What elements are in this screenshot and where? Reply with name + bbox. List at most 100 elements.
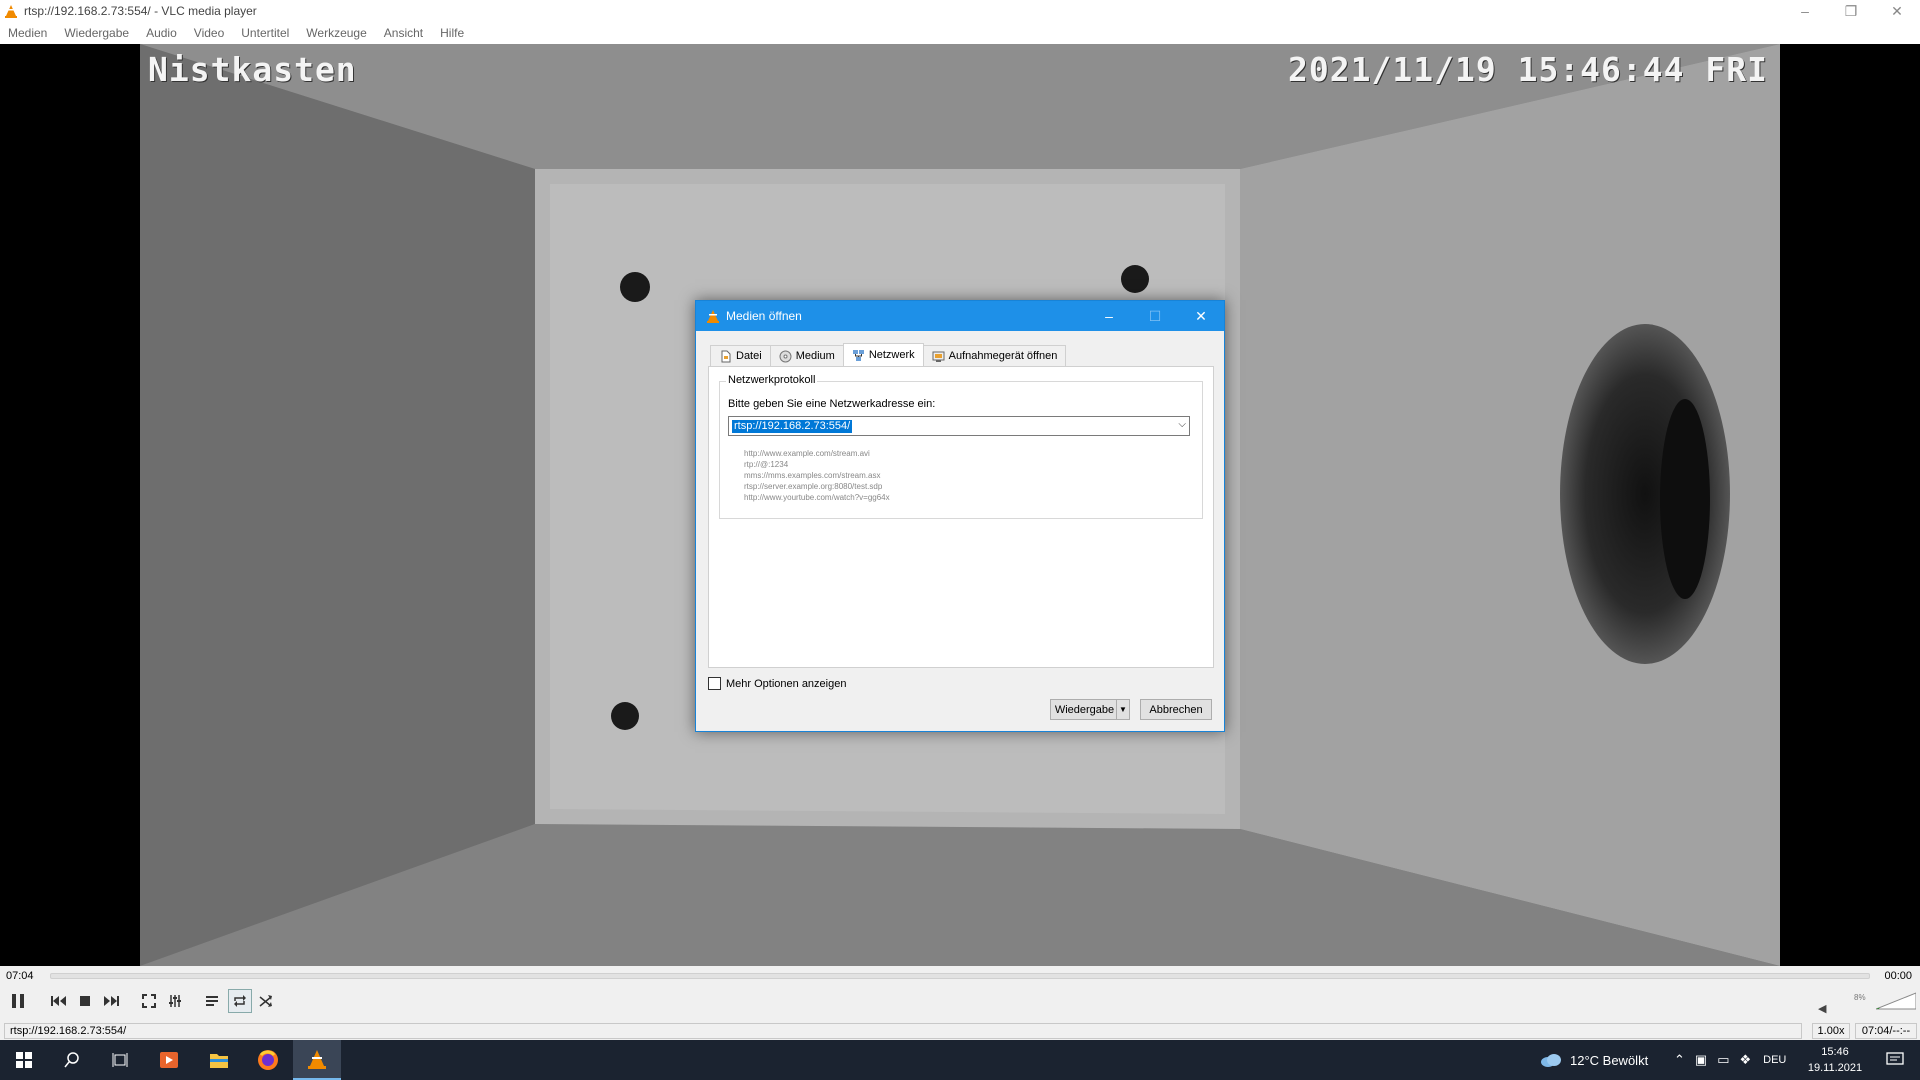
restore-button[interactable]: ❐	[1828, 0, 1874, 22]
disc-icon	[779, 350, 792, 362]
menu-audio[interactable]: Audio	[146, 26, 177, 40]
taskbar-firefox[interactable]	[244, 1040, 292, 1080]
chevron-down-icon[interactable]: ⌵	[1178, 419, 1186, 430]
example-line: rtsp://server.example.org:8080/test.sdp	[744, 482, 883, 491]
clock-date: 19.11.2021	[1807, 1062, 1863, 1074]
firefox-icon	[258, 1050, 278, 1070]
dialog-title: Medien öffnen	[726, 309, 802, 323]
dialog-minimize-button[interactable]: –	[1086, 301, 1132, 331]
taskbar-file-explorer[interactable]	[195, 1040, 243, 1080]
menu-medien[interactable]: Medien	[8, 26, 47, 40]
menu-wiedergabe[interactable]: Wiedergabe	[64, 26, 129, 40]
shuffle-icon	[259, 995, 272, 1007]
example-line: mms://mms.examples.com/stream.asx	[744, 471, 881, 480]
stop-icon	[80, 996, 90, 1006]
osd-timestamp: 2021/11/19 15:46:44 FRI	[1288, 50, 1768, 89]
example-line: http://www.yourtube.com/watch?v=gg64x	[744, 493, 890, 502]
clock-time: 15:46	[1821, 1046, 1849, 1058]
task-view-icon	[112, 1053, 128, 1067]
weather-text: 12°C Bewölkt	[1570, 1052, 1649, 1068]
chevron-up-icon[interactable]: ⌃	[1674, 1052, 1685, 1068]
pause-button[interactable]	[6, 989, 30, 1013]
minimize-button[interactable]: –	[1782, 0, 1828, 22]
taskbar-clock[interactable]: 15:46 19.11.2021	[1800, 1044, 1870, 1076]
pause-icon	[12, 994, 24, 1008]
window-titlebar: rtsp://192.168.2.73:554/ - VLC media pla…	[0, 0, 1920, 22]
network-tray-icon[interactable]: ▭	[1717, 1052, 1729, 1068]
equalizer-icon	[169, 995, 181, 1007]
close-button[interactable]: ✕	[1874, 0, 1920, 22]
playlist-icon	[206, 996, 218, 1006]
loop-button[interactable]	[228, 989, 252, 1013]
menu-ansicht[interactable]: Ansicht	[384, 26, 423, 40]
meet-now-icon[interactable]: ▣	[1695, 1052, 1707, 1068]
seek-bar[interactable]	[50, 973, 1870, 979]
dialog-tabs: Datei Medium Netzwerk Aufnahmegerät öffn…	[710, 343, 1067, 366]
tab-datei[interactable]: Datei	[710, 345, 771, 366]
extended-settings-button[interactable]	[163, 989, 187, 1013]
fullscreen-icon	[142, 994, 156, 1008]
more-options-checkbox[interactable]	[708, 677, 721, 690]
tab-aufnahmegeraet-label: Aufnahmegerät öffnen	[948, 350, 1058, 362]
menu-hilfe[interactable]: Hilfe	[440, 26, 464, 40]
elapsed-time[interactable]: 07:04	[6, 970, 34, 982]
network-icon	[852, 349, 864, 361]
network-address-combobox[interactable]: rtsp://192.168.2.73:554/ ⌵	[728, 416, 1190, 436]
taskbar-vlc[interactable]	[293, 1040, 341, 1080]
dialog-titlebar: Medien öffnen – ☐ ✕	[696, 301, 1224, 331]
tab-medium[interactable]: Medium	[769, 345, 844, 366]
next-button[interactable]	[99, 989, 123, 1013]
tab-medium-label: Medium	[795, 350, 835, 362]
shuffle-button[interactable]	[254, 989, 278, 1013]
menu-video[interactable]: Video	[194, 26, 224, 40]
task-view-button[interactable]	[96, 1040, 144, 1080]
vlc-cone-icon	[308, 1050, 326, 1069]
menu-werkzeuge[interactable]: Werkzeuge	[306, 26, 366, 40]
stop-button[interactable]	[73, 989, 97, 1013]
folder-icon	[210, 1054, 228, 1068]
address-prompt: Bitte geben Sie eine Netzwerkadresse ein…	[728, 398, 936, 410]
taskbar-media-app[interactable]	[145, 1040, 193, 1080]
playback-speed[interactable]: 1.00x	[1812, 1023, 1850, 1039]
dialog-close-button[interactable]: ✕	[1178, 301, 1224, 331]
previous-button[interactable]	[47, 989, 71, 1013]
network-address-value[interactable]: rtsp://192.168.2.73:554/	[732, 420, 853, 433]
speaker-icon[interactable]: ◀	[1818, 1002, 1826, 1015]
volume-slider[interactable]	[1876, 992, 1916, 1010]
language-indicator[interactable]: DEU	[1763, 1054, 1786, 1066]
status-time[interactable]: 07:04/--:--	[1855, 1023, 1917, 1039]
vlc-cone-icon	[5, 5, 17, 18]
capture-device-icon	[932, 351, 945, 362]
tab-datei-label: Datei	[736, 350, 762, 362]
osd-camera-name: Nistkasten	[148, 50, 357, 89]
cancel-button[interactable]: Abbrechen	[1140, 699, 1212, 720]
more-options-label: Mehr Optionen anzeigen	[726, 677, 847, 690]
start-button[interactable]	[0, 1040, 48, 1080]
media-player-icon	[160, 1052, 178, 1068]
remaining-time[interactable]: 00:00	[1884, 970, 1912, 982]
network-tab-panel: Netzwerkprotokoll Bitte geben Sie eine N…	[708, 366, 1214, 668]
tab-netzwerk[interactable]: Netzwerk	[842, 343, 924, 366]
action-center-button[interactable]	[1880, 1040, 1910, 1080]
fullscreen-button[interactable]	[137, 989, 161, 1013]
example-line: rtp://@:1234	[744, 460, 789, 469]
playlist-button[interactable]	[200, 989, 224, 1013]
more-options-row[interactable]: Mehr Optionen anzeigen	[708, 677, 846, 690]
menu-bar: Medien Wiedergabe Audio Video Untertitel…	[0, 22, 1920, 44]
address-examples: http://www.example.com/stream.avi rtp://…	[744, 448, 890, 503]
menu-untertitel[interactable]: Untertitel	[241, 26, 289, 40]
status-bar: rtsp://192.168.2.73:554/ 1.00x 07:04/--:…	[0, 1021, 1920, 1040]
play-button-label[interactable]: Wiedergabe	[1051, 704, 1116, 716]
play-dropdown-arrow-icon[interactable]: ▼	[1116, 700, 1129, 719]
weather-widget[interactable]: 12°C Bewölkt	[1540, 1040, 1648, 1080]
windows-taskbar: 12°C Bewölkt ⌃ ▣ ▭ ❖ DEU 15:46 19.11.202…	[0, 1040, 1920, 1080]
tab-netzwerk-label: Netzwerk	[868, 349, 915, 361]
group-label: Netzwerkprotokoll	[726, 374, 818, 386]
play-button[interactable]: Wiedergabe ▼	[1050, 699, 1130, 720]
windows-logo-icon	[16, 1052, 32, 1068]
search-button[interactable]	[48, 1040, 96, 1080]
tab-aufnahmegeraet[interactable]: Aufnahmegerät öffnen	[922, 345, 1067, 366]
tray-icons: ⌃ ▣ ▭ ❖ DEU	[1674, 1040, 1786, 1080]
dropbox-icon[interactable]: ❖	[1740, 1052, 1752, 1068]
next-icon	[104, 996, 119, 1006]
